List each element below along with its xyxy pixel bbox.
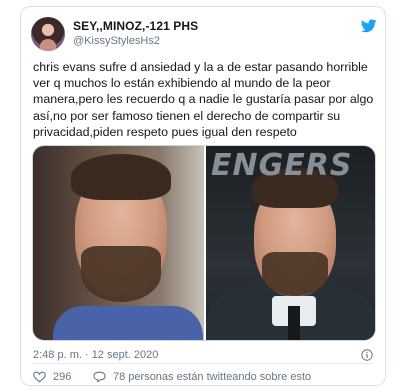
action-divider [33, 363, 373, 364]
twitter-bird-icon[interactable] [361, 19, 377, 33]
heart-icon[interactable] [33, 371, 46, 383]
photo-background-sign: ENGERS [211, 148, 353, 183]
avatar[interactable] [31, 17, 65, 51]
tweet-card[interactable]: SEY,,MINOZ,-121 PHS @KissyStylesHs2 chri… [20, 6, 386, 386]
user-handle[interactable]: @KissyStylesHs2 [73, 35, 160, 47]
tweet-photo-left[interactable] [33, 146, 204, 340]
comment-bubble-icon[interactable] [93, 371, 106, 383]
tweet-header: SEY,,MINOZ,-121 PHS @KissyStylesHs2 [31, 17, 377, 53]
info-icon[interactable] [361, 349, 373, 361]
display-name[interactable]: SEY,,MINOZ,-121 PHS [73, 19, 198, 33]
tweet-actions: 296 78 personas están twitteando sobre e… [33, 371, 373, 385]
twitteando-count-link[interactable]: 78 personas están twitteando sobre esto [113, 371, 311, 383]
tweet-timestamp[interactable]: 2:48 p. m. · 12 sept. 2020 [33, 349, 158, 361]
like-count: 296 [53, 371, 72, 383]
tweet-text: chris evans sufre d ansiedad y la a de e… [33, 60, 374, 139]
tweet-media[interactable]: ENGERS [32, 145, 376, 341]
